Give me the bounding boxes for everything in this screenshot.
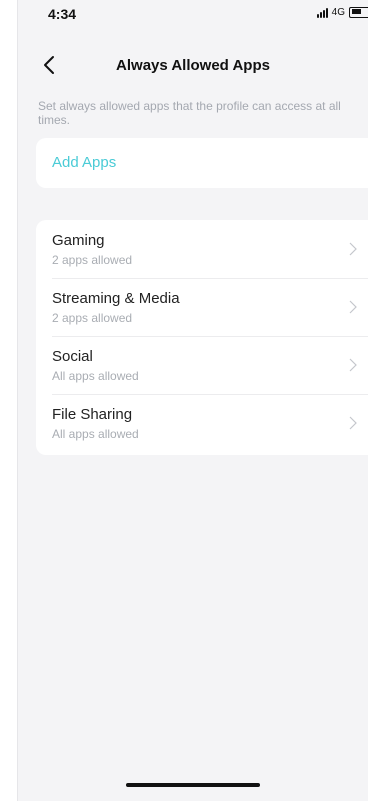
categories-list: Gaming 2 apps allowed Streaming & Media …	[36, 220, 368, 455]
chevron-right-icon	[349, 416, 357, 430]
category-status: All apps allowed	[52, 427, 139, 441]
category-name: Streaming & Media	[52, 290, 180, 307]
status-indicators: 4G	[316, 7, 368, 18]
status-time: 4:34	[48, 6, 77, 22]
category-row-streaming-media[interactable]: Streaming & Media 2 apps allowed	[36, 278, 368, 336]
category-row-gaming[interactable]: Gaming 2 apps allowed	[36, 220, 368, 278]
status-bar: 4:34 4G	[18, 0, 368, 26]
category-row-social[interactable]: Social All apps allowed	[36, 336, 368, 394]
signal-icon	[316, 7, 328, 18]
add-apps-card: Add Apps	[36, 138, 368, 188]
add-apps-button[interactable]: Add Apps	[52, 154, 116, 171]
page-description: Set always allowed apps that the profile…	[38, 99, 341, 127]
category-row-file-sharing[interactable]: File Sharing All apps allowed	[36, 394, 368, 452]
page-title: Always Allowed Apps	[116, 57, 270, 74]
category-status: All apps allowed	[52, 369, 139, 383]
category-status: 2 apps allowed	[52, 253, 133, 267]
home-indicator[interactable]	[126, 783, 260, 787]
chevron-right-icon	[349, 300, 357, 314]
chevron-right-icon	[349, 358, 357, 372]
app-screen: 4:34 4G Always Allowed Apps Set always a…	[17, 0, 368, 801]
chevron-right-icon	[349, 242, 357, 256]
network-label: 4G	[331, 7, 345, 18]
category-status: 2 apps allowed	[52, 311, 133, 325]
nav-bar: Always Allowed Apps	[18, 50, 368, 80]
category-name: Gaming	[52, 232, 105, 249]
category-name: Social	[52, 348, 93, 365]
category-name: File Sharing	[52, 406, 133, 423]
battery-icon	[349, 7, 368, 18]
